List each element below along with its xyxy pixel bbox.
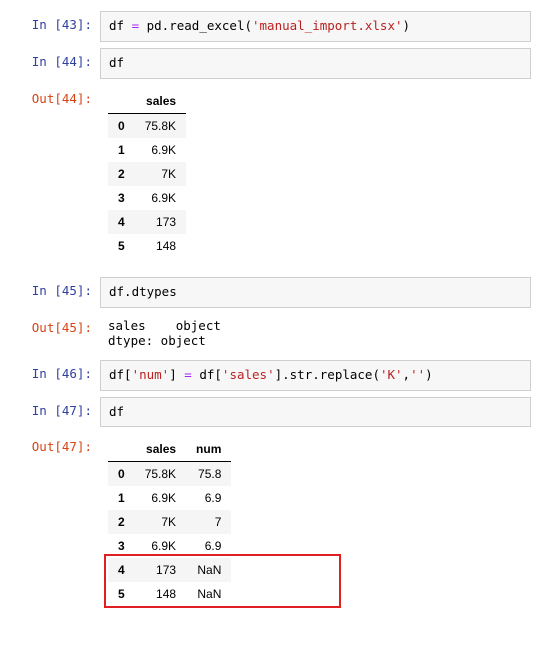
df44-col-sales: sales xyxy=(135,89,186,114)
cell-in-47: In [47]: df xyxy=(0,394,531,431)
table-row: 27K7 xyxy=(108,510,231,534)
cell-in-43: In [43]: df = pd.read_excel('manual_impo… xyxy=(0,8,531,45)
code-input-46[interactable]: df['num'] = df['sales'].str.replace('K',… xyxy=(100,360,531,391)
code-input-43[interactable]: df = pd.read_excel('manual_import.xlsx') xyxy=(100,11,531,42)
table-row: 075.8K75.8 xyxy=(108,462,231,487)
cell-in-46: In [46]: df['num'] = df['sales'].str.rep… xyxy=(0,357,531,394)
table-row: 4173NaN xyxy=(108,558,231,582)
code-input-45[interactable]: df.dtypes xyxy=(100,277,531,308)
prompt-out-44: Out[44]: xyxy=(0,85,100,111)
table-row: 36.9K6.9 xyxy=(108,534,231,558)
code-input-44[interactable]: df xyxy=(100,48,531,79)
prompt-out-47: Out[47]: xyxy=(0,433,100,459)
dataframe-output-47: sales num 075.8K75.8 16.9K6.9 27K7 36.9K… xyxy=(100,433,531,619)
df47-col-num: num xyxy=(186,437,231,462)
prompt-in-43: In [43]: xyxy=(0,11,100,37)
table-row: 5148NaN xyxy=(108,582,231,606)
df47-col-sales: sales xyxy=(135,437,186,462)
cell-out-45: Out[45]: sales object dtype: object xyxy=(0,311,531,357)
dataframe-table-44: sales 075.8K 16.9K 27K 36.9K 4173 5148 xyxy=(108,89,186,258)
table-row: 5148 xyxy=(108,234,186,258)
cell-in-44: In [44]: df xyxy=(0,45,531,82)
table-row: 4173 xyxy=(108,210,186,234)
prompt-in-47: In [47]: xyxy=(0,397,100,423)
df47-corner xyxy=(108,437,135,462)
table-row: 075.8K xyxy=(108,113,186,138)
prompt-out-45: Out[45]: xyxy=(0,314,100,340)
dataframe-table-47: sales num 075.8K75.8 16.9K6.9 27K7 36.9K… xyxy=(108,437,231,606)
prompt-in-44: In [44]: xyxy=(0,48,100,74)
prompt-in-45: In [45]: xyxy=(0,277,100,303)
table-row: 16.9K xyxy=(108,138,186,162)
prompt-in-46: In [46]: xyxy=(0,360,100,386)
cell-in-45: In [45]: df.dtypes xyxy=(0,274,531,311)
table-row: 27K xyxy=(108,162,186,186)
df44-corner xyxy=(108,89,135,114)
text-output-45: sales object dtype: object xyxy=(100,314,531,354)
cell-out-47: Out[47]: sales num 075.8K75.8 16.9K6.9 2… xyxy=(0,430,531,622)
dataframe-output-44: sales 075.8K 16.9K 27K 36.9K 4173 5148 xyxy=(100,85,531,271)
table-row: 16.9K6.9 xyxy=(108,486,231,510)
cell-out-44: Out[44]: sales 075.8K 16.9K 27K 36.9K 41… xyxy=(0,82,531,274)
code-input-47[interactable]: df xyxy=(100,397,531,428)
table-row: 36.9K xyxy=(108,186,186,210)
